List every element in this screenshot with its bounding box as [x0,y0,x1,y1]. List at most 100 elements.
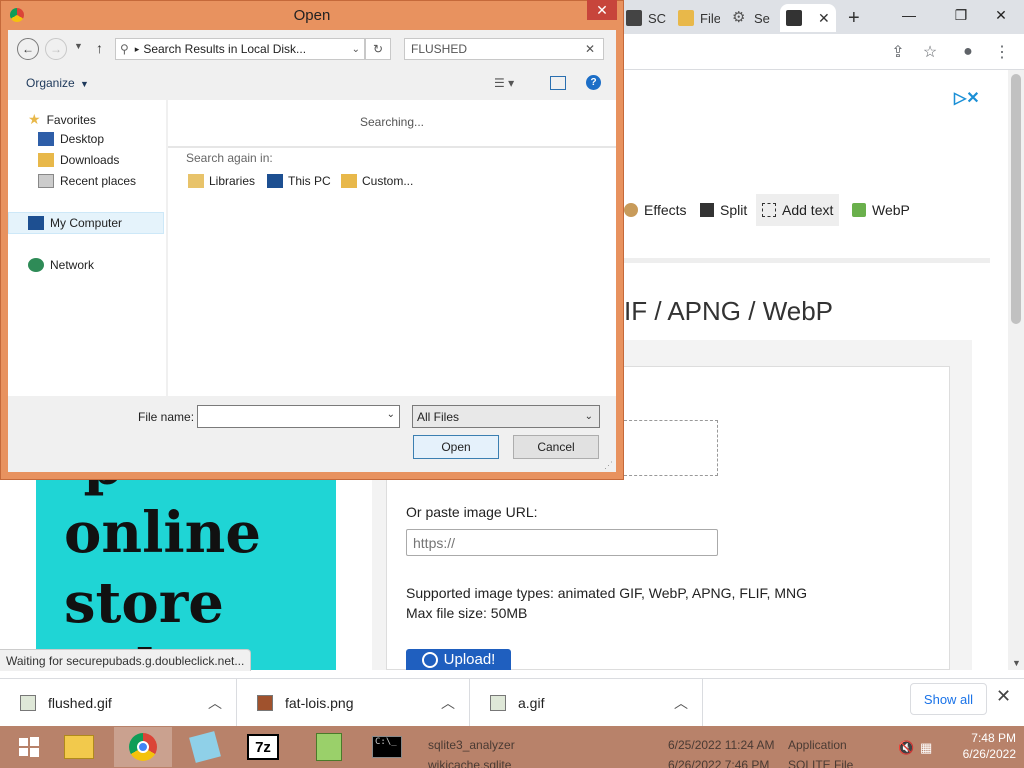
dialog-close-button[interactable]: ✕ [587,0,617,20]
custom-folder-icon [341,174,357,188]
breadcrumb-arrow-icon: ▸ [134,43,140,54]
address-bar[interactable]: ⚲ ▸ Search Results in Local Disk... ⌄ [115,38,365,60]
network-icon[interactable]: ▦ [920,740,932,756]
close-window-button[interactable]: ✕ [978,0,1024,30]
nav-desktop[interactable]: Desktop [38,132,104,146]
download-item[interactable]: flushed.gif ︿ [0,679,237,727]
view-options-icon[interactable]: ☰ ▾ [494,76,514,90]
tab-ezgif[interactable]: ✕ [780,4,836,32]
chevron-down-icon[interactable]: ⌄ [352,44,360,55]
computer-icon [28,216,44,230]
nav-split[interactable]: Split [694,194,753,226]
ezgif-icon [786,10,802,26]
chevron-up-icon[interactable]: ︿ [208,693,222,713]
download-item[interactable]: a.gif ︿ [470,679,703,727]
open-button[interactable]: Open [413,435,499,459]
page-scrollbar[interactable]: ▼ [1008,70,1024,670]
chevron-up-icon[interactable]: ︿ [674,693,688,713]
folder-icon [64,735,94,759]
navigation-pane: ★ Favorites Desktop Downloads Recent pla… [8,100,166,396]
upload-button[interactable]: Upload! [406,649,511,670]
7zip-taskbar-button[interactable]: 7z [234,727,292,767]
tab-sqlite[interactable]: SC [620,4,666,32]
file-name: sqlite3_analyzer [428,738,515,752]
cmd-taskbar-button[interactable]: C:\_ [358,727,416,767]
adchoices-icon[interactable]: ▷✕ [954,88,980,108]
cancel-button[interactable]: Cancel [513,435,599,459]
nav-my-computer[interactable]: My Computer [28,216,122,230]
7zip-icon: 7z [247,734,279,760]
notepadpp-icon [316,733,342,761]
windows-logo-icon [19,737,39,757]
png-file-icon [257,695,273,711]
nav-network[interactable]: Network [28,258,94,272]
resize-grip-icon[interactable]: ⋰ [604,460,613,471]
profile-icon[interactable]: ● [956,40,980,64]
url-label: Or paste image URL: [406,504,538,520]
file-type-select[interactable]: All Files ⌄ [412,405,600,428]
recent-locations-icon[interactable]: ▼ [74,41,83,51]
upload-icon [421,651,438,668]
download-item[interactable]: fat-lois.png ︿ [237,679,470,727]
terminal-icon: C:\_ [372,736,402,758]
chrome-taskbar-button[interactable] [114,727,172,767]
webp-icon [852,203,866,217]
status-bar: Waiting for securepubads.g.doubleclick.n… [0,649,252,671]
file-date: 6/25/2022 11:24 AM [668,738,775,752]
minimize-button[interactable]: — [886,0,932,30]
file-name-label: File name: [138,410,195,424]
notepadpp-taskbar-button[interactable] [300,727,358,767]
forward-button[interactable]: → [45,38,67,60]
supported-types: Supported image types: animated GIF, Web… [406,585,807,601]
star-icon: ★ [28,111,41,127]
back-button[interactable]: ← [17,38,39,60]
bookmark-star-icon[interactable]: ☆ [918,40,942,64]
folder-icon [678,10,694,26]
close-icon[interactable]: ✕ [996,686,1011,707]
notepad-taskbar-button[interactable] [176,727,234,767]
nav-divider [620,258,990,263]
up-button[interactable]: ↑ [96,40,103,56]
file-type: Application [788,738,847,752]
tab-file[interactable]: File [672,4,720,32]
file-date: 6/26/2022 7:46 PM [668,758,770,768]
gear-icon: ⚙ [732,9,746,26]
nav-favorites[interactable]: ★ Favorites [28,111,96,128]
chevron-down-icon[interactable]: ⌄ [387,409,395,420]
organize-menu[interactable]: Organize ▼ [26,76,89,90]
system-clock[interactable]: 7:48 PM 6/26/2022 [940,730,1016,762]
search-input[interactable]: FLUSHED ✕ [404,38,604,60]
show-all-button[interactable]: Show all [910,683,987,715]
search-again-this-pc[interactable]: This PC [267,174,331,188]
explorer-peek: sqlite3_analyzer 6/25/2022 11:24 AM Appl… [412,726,902,768]
advertisement[interactable]: ·p· · online store t_d [36,475,336,670]
nav-add-text[interactable]: Add text [756,194,840,226]
tab-settings[interactable]: ⚙ Se [726,4,776,32]
clear-search-icon[interactable]: ✕ [585,42,595,56]
chevron-up-icon[interactable]: ︿ [441,693,455,713]
nav-downloads[interactable]: Downloads [38,153,119,167]
nav-recent-places[interactable]: Recent places [38,174,136,188]
explorer-taskbar-button[interactable] [50,727,108,767]
image-url-input[interactable] [406,529,718,556]
tab-close-icon[interactable]: ✕ [818,10,830,27]
search-again-custom[interactable]: Custom... [341,174,413,188]
share-icon[interactable]: ⇪ [886,40,910,64]
help-icon[interactable]: ? [586,75,601,90]
sqlite-icon [626,10,642,26]
refresh-button[interactable]: ↻ [365,38,391,60]
searching-status: Searching... [359,115,425,129]
file-name-input[interactable]: ⌄ [197,405,400,428]
scroll-down-icon[interactable]: ▼ [1012,658,1021,668]
search-again-libraries[interactable]: Libraries [188,174,255,188]
downloads-bar: flushed.gif ︿ fat-lois.png ︿ a.gif ︿ [0,678,1024,727]
preview-pane-icon[interactable] [550,76,566,90]
nav-webp[interactable]: WebP [846,194,916,226]
file-type: SQLITE File [788,758,854,768]
nav-effects[interactable]: Effects [618,194,693,226]
dialog-title: Open [293,6,331,24]
text-icon [762,203,776,217]
menu-icon[interactable]: ⋮ [990,40,1014,64]
file-dropzone[interactable] [624,420,718,476]
new-tab-button[interactable]: + [842,4,872,32]
